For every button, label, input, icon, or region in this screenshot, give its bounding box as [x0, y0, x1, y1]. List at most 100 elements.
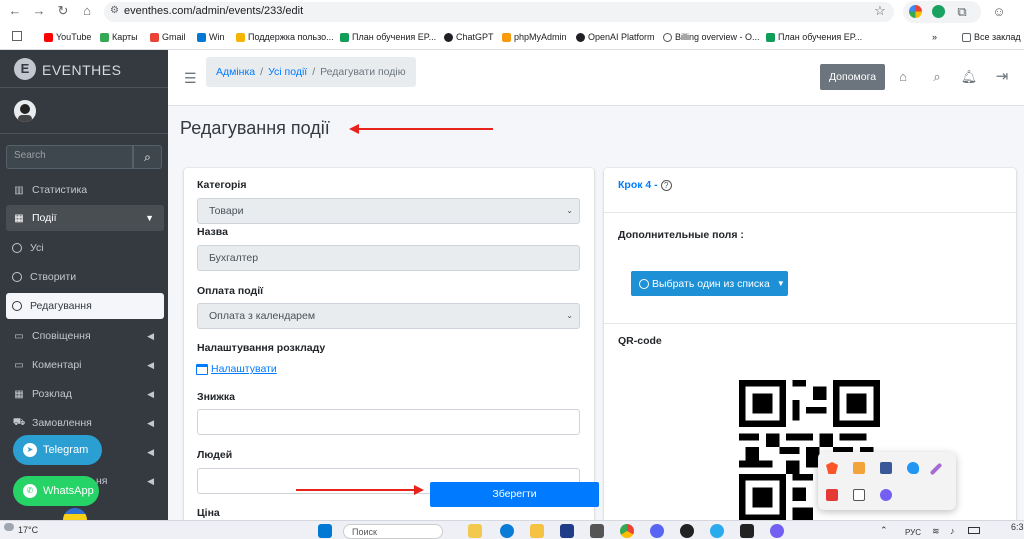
discord-icon[interactable]	[650, 524, 664, 538]
wifi-icon[interactable]: ≋	[932, 526, 940, 537]
app-icon[interactable]	[826, 489, 838, 501]
home-icon[interactable]: ⌂	[80, 4, 94, 18]
extra-fields-label: Дополнительные поля :	[618, 229, 744, 241]
sidebar-item-comments[interactable]: ▭ Коментарі ◀	[6, 352, 164, 378]
circle-icon	[639, 278, 649, 289]
bookmark-youtube[interactable]: YouTube	[44, 30, 91, 44]
clock[interactable]: 6:31	[1011, 522, 1024, 532]
hamburger-icon[interactable]: ☰	[184, 70, 197, 87]
bookmark-chatgpt[interactable]: ChatGPT	[444, 30, 494, 44]
reload-icon[interactable]: ↻	[56, 4, 70, 18]
search-icon[interactable]: ⌕	[133, 145, 162, 169]
viber-icon[interactable]	[880, 489, 892, 501]
save-button[interactable]: Зберегти	[430, 482, 599, 507]
sidebar-item-create[interactable]: Створити	[6, 264, 164, 290]
edge-icon[interactable]	[500, 524, 514, 538]
help-button[interactable]: Допомога	[820, 64, 885, 90]
bell-icon[interactable]: 🔔︎	[960, 68, 978, 86]
forward-icon[interactable]: →	[32, 4, 46, 18]
page-title: Редагування події	[180, 118, 330, 138]
breadcrumb-admin[interactable]: Адмінка	[216, 66, 255, 78]
chevron-left-icon: ◀	[147, 330, 154, 341]
sidebar-item-edit[interactable]: Редагування	[6, 293, 164, 319]
bookmark-star-icon[interactable]: ☆	[873, 4, 887, 18]
bookmark-billing[interactable]: Billing overview - O...	[663, 30, 760, 44]
sidebar-item-statistics[interactable]: ▥ Статистика	[6, 177, 164, 203]
discount-input[interactable]	[197, 409, 580, 435]
breadcrumb-current: Редагувати подію	[320, 66, 406, 78]
bookmark-openai[interactable]: OpenAI Platform	[576, 30, 655, 44]
calendar-icon: ▦	[14, 388, 24, 400]
avatar[interactable]	[14, 100, 36, 122]
help-circle-icon[interactable]: ?	[660, 179, 672, 191]
language-indicator[interactable]: РУС	[905, 528, 921, 537]
app-icon[interactable]	[907, 462, 919, 474]
calendar-icon	[196, 363, 208, 375]
battery-icon[interactable]	[968, 527, 980, 534]
payment-label: Оплата події	[197, 285, 264, 297]
step-title: Крок 4 -?	[618, 179, 672, 191]
chevron-left-icon: ◀	[147, 417, 154, 428]
bookmark-win[interactable]: Win	[197, 30, 225, 44]
taskbar-search[interactable]: Поиск	[343, 524, 443, 539]
sidebar-search-input[interactable]: Search	[6, 145, 133, 169]
speaker-icon[interactable]: ♪	[950, 526, 955, 536]
windows-start-icon[interactable]	[318, 524, 332, 538]
app-icon[interactable]	[880, 462, 892, 474]
app-icon[interactable]	[853, 462, 865, 474]
weather-temp[interactable]: 17°C	[18, 525, 38, 535]
telegram-button[interactable]: ➤ Telegram	[13, 435, 102, 465]
circle-icon	[12, 301, 22, 311]
search-icon[interactable]: ⌕	[928, 68, 946, 86]
schedule-label: Налаштування розкладу	[197, 342, 326, 354]
puzzle-icon[interactable]: ⧉	[955, 5, 969, 19]
app-icon[interactable]	[680, 524, 694, 538]
account-icon[interactable]: ☺	[992, 5, 1006, 19]
select-one-dropdown[interactable]: Выбрать один из списка ▼	[631, 271, 788, 296]
extension-icon[interactable]	[909, 5, 922, 18]
tray-expand-icon[interactable]: ⌃	[880, 525, 888, 536]
app-icon[interactable]	[590, 524, 604, 538]
youtube-icon	[44, 32, 53, 42]
whatsapp-button[interactable]: ✆ WhatsApp	[13, 476, 99, 506]
app-icon[interactable]	[740, 524, 754, 538]
site-info-icon[interactable]: ⚙	[110, 5, 119, 16]
annotation-arrow	[296, 485, 424, 495]
name-input[interactable]: Бухгалтер	[197, 245, 580, 271]
sheets-icon	[340, 32, 349, 42]
app-icon[interactable]	[560, 524, 574, 538]
schedule-settings-link[interactable]: Налаштувати	[196, 363, 277, 375]
viber-icon[interactable]	[770, 524, 784, 538]
bookmark-phpmyadmin[interactable]: phpMyAdmin	[502, 30, 567, 44]
sidebar-item-schedule[interactable]: ▦ Розклад ◀	[6, 381, 164, 407]
bookmark-plan-2[interactable]: План обучения EP...	[766, 30, 862, 44]
brand-name: EVENTHES	[42, 62, 122, 78]
bookmarks-overflow-icon[interactable]: »	[932, 30, 937, 44]
payment-select[interactable]: Оплата з календарем ⌄	[197, 303, 580, 329]
sidebar-item-notifications[interactable]: ▭ Сповіщення ◀	[6, 323, 164, 349]
chrome-icon[interactable]	[620, 524, 634, 538]
app-icon[interactable]	[468, 524, 482, 538]
breadcrumb-all-events[interactable]: Усі події	[268, 66, 307, 78]
home-icon[interactable]: ⌂	[894, 68, 912, 86]
annotation-arrow	[349, 124, 493, 134]
bookmark-gmail[interactable]: Gmail	[150, 30, 186, 44]
category-select[interactable]: Товари ⌄	[197, 198, 580, 224]
sidebar-item-all[interactable]: Усі	[6, 235, 164, 261]
bookmark-support[interactable]: Поддержка пользо...	[236, 30, 334, 44]
extension-icon[interactable]	[932, 5, 945, 18]
sidebar-item-orders[interactable]: ⛟ Замовлення ◀	[6, 410, 164, 436]
calendar-icon: ▦	[14, 212, 24, 224]
all-bookmarks[interactable]: Все заклад	[962, 30, 1021, 44]
bookmark-maps[interactable]: Карты	[100, 30, 138, 44]
apps-icon[interactable]	[12, 31, 22, 41]
logout-icon[interactable]: ⇥	[993, 68, 1011, 86]
url-text[interactable]: eventhes.com/admin/events/233/edit	[124, 5, 303, 17]
display-icon[interactable]	[853, 489, 865, 501]
people-label: Людей	[197, 449, 233, 461]
bookmark-plan[interactable]: План обучения EP...	[340, 30, 436, 44]
telegram-icon[interactable]	[710, 524, 724, 538]
back-icon[interactable]: ←	[8, 4, 22, 18]
sidebar-item-events[interactable]: ▦ Події ▼	[6, 205, 164, 231]
folder-icon[interactable]	[530, 524, 544, 538]
